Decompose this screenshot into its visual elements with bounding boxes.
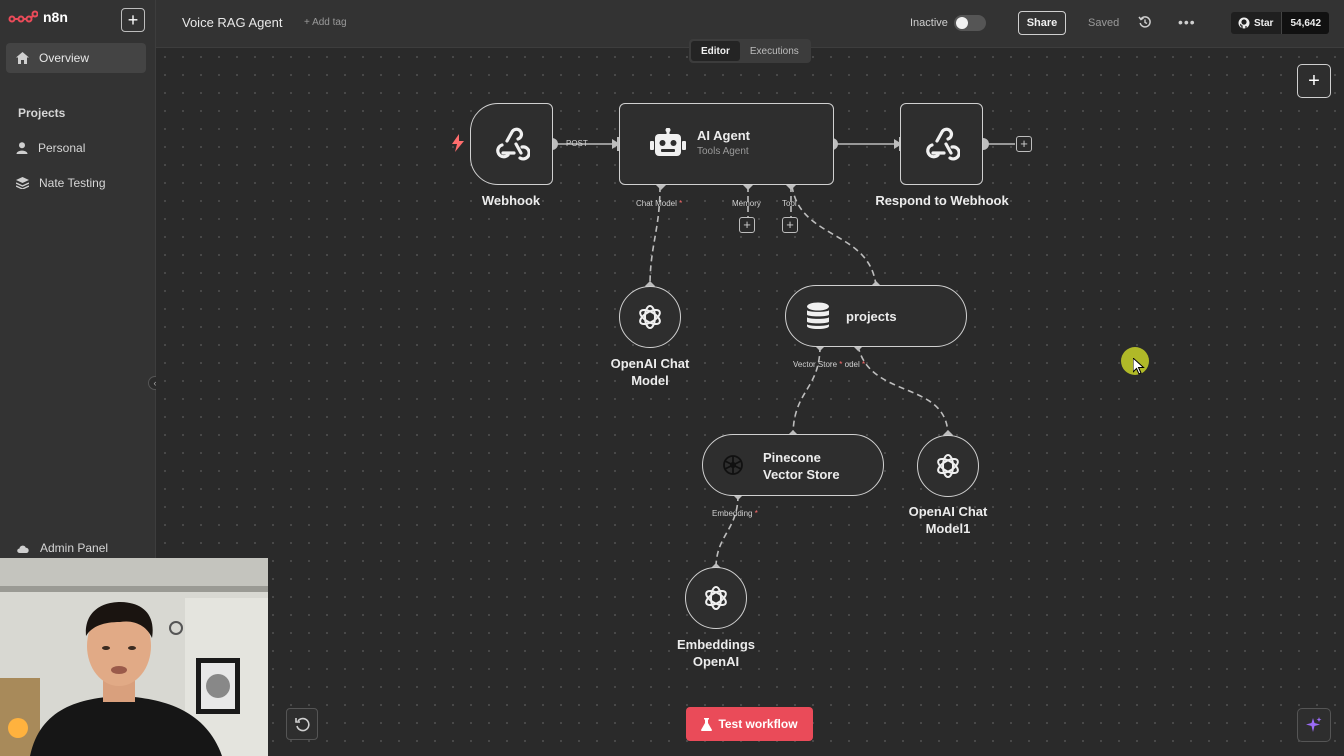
chat-model-port-label: Chat Model *	[636, 199, 682, 208]
label-line: Embeddings	[676, 637, 755, 652]
add-node-button[interactable]: +	[1297, 64, 1331, 98]
webcam-overlay	[0, 558, 268, 756]
post-edge-label: POST	[566, 139, 588, 148]
test-workflow-button[interactable]: Test workflow	[686, 707, 813, 741]
label-line: Model1	[925, 521, 971, 536]
pinecone-icon	[723, 455, 743, 475]
connection-embedding[interactable]	[715, 494, 739, 569]
openai-chat-model1-label: OpenAI Chat Model1	[893, 503, 1003, 537]
flask-icon	[701, 717, 713, 731]
vector-store-port-label: Vector Store * odel *	[793, 360, 865, 369]
plus-icon: +	[1020, 136, 1028, 151]
openai-icon	[639, 305, 661, 329]
webhook-node[interactable]	[470, 103, 553, 185]
tab-editor[interactable]: Editor	[691, 41, 740, 61]
label-line: Pinecone	[763, 450, 821, 465]
ai-agent-title: AI Agent	[697, 128, 750, 143]
embeddings-openai-node[interactable]	[685, 567, 747, 629]
label-line: Model	[631, 373, 669, 388]
required-mark: *	[861, 360, 866, 369]
presenter-video	[0, 558, 268, 756]
plus-icon: +	[743, 217, 751, 232]
add-memory-button[interactable]: +	[739, 217, 755, 233]
embeddings-openai-label: Embeddings OpenAI	[661, 636, 771, 670]
port-label-text: odel	[844, 360, 860, 369]
mouse-cursor-icon	[1133, 358, 1145, 375]
webhook-icon	[925, 127, 960, 161]
undo-icon	[295, 717, 310, 732]
openai-icon	[937, 454, 959, 478]
embedding-port-label: Embedding *	[712, 509, 758, 518]
respond-to-webhook-node[interactable]	[900, 103, 983, 185]
plus-icon: +	[1308, 69, 1320, 92]
undo-button[interactable]	[286, 708, 318, 740]
tool-port-label: Tool	[782, 199, 797, 208]
memory-port-label: Memory	[732, 199, 761, 208]
ai-assistant-button[interactable]	[1297, 708, 1331, 742]
projects-node-label: projects	[846, 309, 897, 324]
required-mark: *	[839, 360, 843, 369]
openai-chat-model-label: OpenAI Chat Model	[595, 355, 705, 389]
add-tool-button[interactable]: +	[782, 217, 798, 233]
sparkle-icon	[1306, 717, 1322, 732]
webhook-icon	[495, 127, 530, 161]
plus-icon: +	[786, 217, 794, 232]
webhook-node-label: Webhook	[481, 193, 541, 208]
openai-icon	[705, 586, 727, 610]
database-icon	[807, 302, 829, 329]
label-line: OpenAI Chat	[610, 356, 690, 371]
label-line: Vector Store	[763, 467, 840, 482]
add-next-node-button[interactable]: +	[1016, 136, 1032, 152]
pinecone-node-label: Pinecone Vector Store	[763, 449, 840, 483]
view-tabs: Editor Executions	[689, 39, 811, 63]
n8n-app: n8n + Overview Projects Personal Nate Te…	[0, 0, 1344, 756]
required-mark: *	[679, 199, 683, 208]
test-workflow-label: Test workflow	[718, 717, 798, 731]
port-label-text: Chat Model	[636, 199, 677, 208]
tab-executions[interactable]: Executions	[740, 41, 809, 61]
openai-chat-model1-node[interactable]	[917, 435, 979, 497]
label-line: OpenAI	[692, 654, 740, 669]
port-label-text: Vector Store	[793, 360, 838, 369]
ai-agent-subtitle: Tools Agent	[697, 146, 749, 157]
robot-icon	[650, 128, 686, 156]
trigger-bolt-icon	[452, 134, 464, 152]
required-mark: *	[754, 509, 758, 518]
openai-chat-model-node[interactable]	[619, 286, 681, 348]
port-label-text: Embedding	[712, 509, 753, 518]
label-line: OpenAI Chat	[908, 504, 988, 519]
connection-model-chat1[interactable]	[857, 345, 949, 437]
respond-node-label: Respond to Webhook	[875, 193, 1009, 208]
